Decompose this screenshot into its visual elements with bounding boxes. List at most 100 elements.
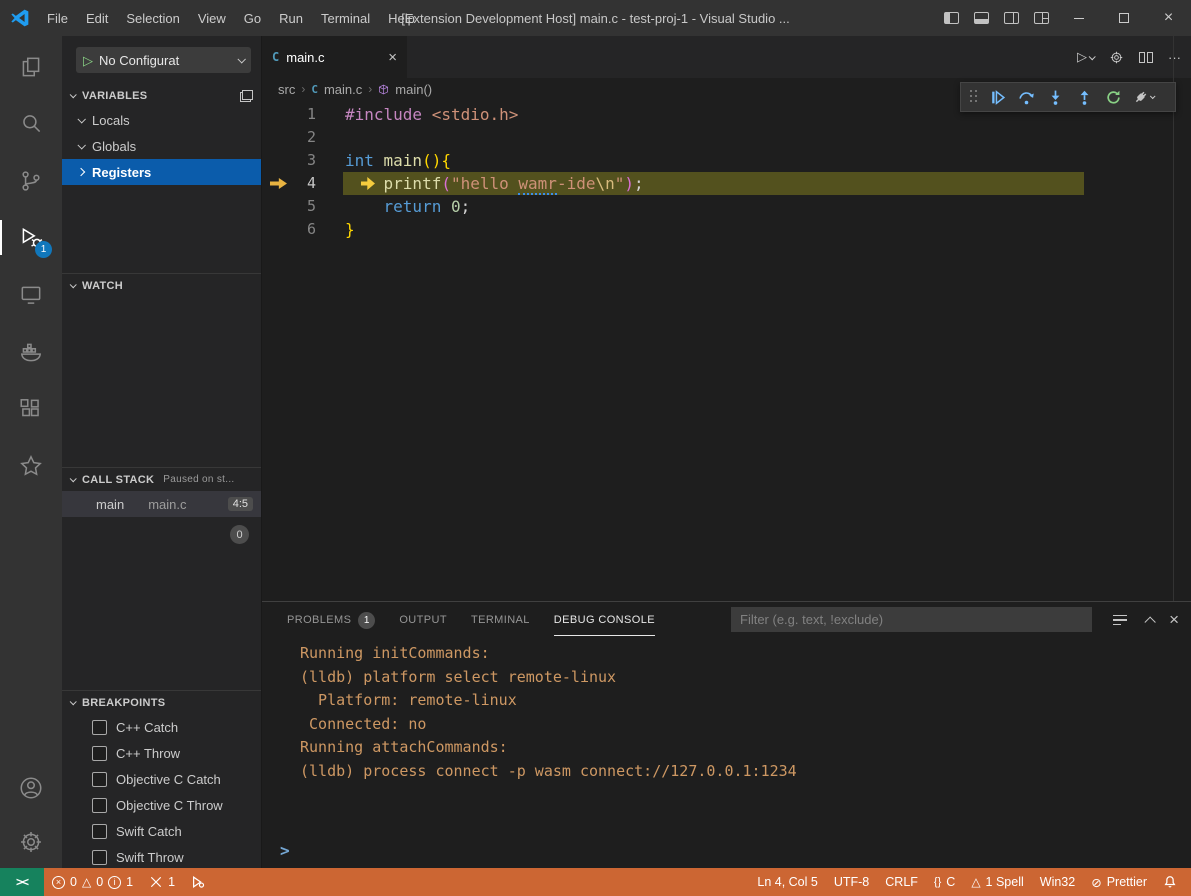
menu-file[interactable]: File bbox=[38, 0, 77, 36]
spell-checker-status[interactable]: △ 1 Spell bbox=[963, 868, 1031, 896]
close-panel-icon[interactable]: × bbox=[1169, 610, 1179, 630]
tab-output[interactable]: OUTPUT bbox=[399, 602, 447, 638]
menu-edit[interactable]: Edit bbox=[77, 0, 117, 36]
checkbox[interactable] bbox=[92, 772, 107, 787]
call-stack-header[interactable]: CALL STACK Paused on st... bbox=[62, 468, 261, 491]
more-actions-icon[interactable]: ··· bbox=[1168, 50, 1181, 65]
launch-config-dropdown[interactable]: ▷ No Configurat bbox=[76, 47, 251, 73]
code-line-6[interactable]: 6 } bbox=[262, 218, 1191, 241]
checkbox[interactable] bbox=[92, 798, 107, 813]
menu-view[interactable]: View bbox=[189, 0, 235, 36]
extensions-icon bbox=[18, 396, 44, 422]
line-number[interactable]: 1 bbox=[262, 103, 316, 126]
checkbox[interactable] bbox=[92, 850, 107, 865]
line-number[interactable]: 6 bbox=[262, 218, 316, 241]
toggle-panel-icon[interactable] bbox=[966, 0, 996, 36]
editor-gear-icon[interactable] bbox=[1109, 50, 1124, 65]
variables-scope-registers[interactable]: Registers bbox=[62, 159, 261, 185]
breakpoint-swift-throw[interactable]: Swift Throw bbox=[62, 844, 261, 868]
watch-header[interactable]: WATCH bbox=[62, 274, 261, 297]
tab-problems[interactable]: PROBLEMS 1 bbox=[287, 602, 375, 638]
activity-remote-explorer[interactable] bbox=[0, 266, 62, 323]
code-area[interactable]: 1 #include <stdio.h> 2 3 int main(){ 4 p… bbox=[262, 100, 1191, 241]
breakpoint-swift-catch[interactable]: Swift Catch bbox=[62, 818, 261, 844]
formatter-status[interactable]: ⊘ Prettier bbox=[1083, 868, 1155, 896]
language-label: C bbox=[946, 875, 955, 889]
watch-header-label: WATCH bbox=[82, 280, 123, 292]
checkbox[interactable] bbox=[92, 746, 107, 761]
breakpoint-objc-catch[interactable]: Objective C Catch bbox=[62, 766, 261, 792]
notifications-status[interactable] bbox=[1155, 868, 1185, 896]
activity-extensions[interactable] bbox=[0, 380, 62, 437]
breakpoint-cpp-catch[interactable]: C++ Catch bbox=[62, 714, 261, 740]
variables-scope-globals[interactable]: Globals bbox=[62, 133, 261, 159]
activity-run-debug[interactable]: 1 bbox=[0, 209, 62, 266]
breakpoint-objc-throw[interactable]: Objective C Throw bbox=[62, 792, 261, 818]
step-over-button[interactable] bbox=[1013, 84, 1040, 110]
activity-settings[interactable] bbox=[0, 816, 62, 868]
activity-source-control[interactable] bbox=[0, 152, 62, 209]
remote-indicator[interactable]: >< bbox=[0, 868, 44, 896]
toggle-sidebar-icon[interactable] bbox=[936, 0, 966, 36]
maximize-button[interactable] bbox=[1101, 0, 1146, 36]
menu-run[interactable]: Run bbox=[270, 0, 312, 36]
variables-header[interactable]: VARIABLES bbox=[62, 84, 261, 107]
menu-selection[interactable]: Selection bbox=[117, 0, 188, 36]
activity-favorites[interactable] bbox=[0, 437, 62, 494]
step-into-button[interactable] bbox=[1042, 84, 1069, 110]
close-button[interactable]: × bbox=[1146, 0, 1191, 36]
breakpoints-header[interactable]: BREAKPOINTS bbox=[62, 691, 261, 714]
toggle-secondary-sidebar-icon[interactable] bbox=[996, 0, 1026, 36]
step-out-button[interactable] bbox=[1071, 84, 1098, 110]
problems-status[interactable]: × 0 △ 0 i 1 bbox=[44, 868, 141, 896]
disconnect-button[interactable] bbox=[1129, 84, 1156, 110]
code-line-3[interactable]: 3 int main(){ bbox=[262, 149, 1191, 172]
split-editor-icon[interactable] bbox=[1139, 52, 1153, 63]
tab-terminal[interactable]: TERMINAL bbox=[471, 602, 530, 638]
checkbox[interactable] bbox=[92, 720, 107, 735]
language-mode[interactable]: {} C bbox=[926, 868, 963, 896]
start-debug-icon[interactable]: ▷ bbox=[83, 54, 93, 67]
activity-search[interactable] bbox=[0, 95, 62, 152]
activity-docker[interactable] bbox=[0, 323, 62, 380]
code-line-4-current[interactable]: 4 printf("hello wamr-ide\n"); bbox=[262, 172, 1191, 195]
tab-debug-console[interactable]: DEBUG CONSOLE bbox=[554, 602, 655, 638]
platform-indicator[interactable]: Win32 bbox=[1032, 868, 1083, 896]
console-input-prompt[interactable]: > bbox=[280, 841, 290, 860]
cursor-position[interactable]: Ln 4, Col 5 bbox=[749, 868, 825, 896]
activity-account[interactable] bbox=[0, 759, 62, 816]
close-tab-icon[interactable]: × bbox=[388, 49, 397, 66]
continue-button[interactable] bbox=[984, 84, 1011, 110]
eol-indicator[interactable]: CRLF bbox=[877, 868, 926, 896]
filter-lines-icon[interactable] bbox=[1113, 615, 1127, 626]
line-number[interactable]: 5 bbox=[262, 195, 316, 218]
console-filter-input[interactable] bbox=[731, 607, 1092, 632]
tools-status[interactable]: 1 bbox=[141, 868, 183, 896]
restart-button[interactable] bbox=[1100, 84, 1127, 110]
maximize-panel-icon[interactable] bbox=[1145, 616, 1156, 627]
breadcrumb-symbol[interactable]: main() bbox=[395, 82, 432, 97]
customize-layout-icon[interactable] bbox=[1026, 0, 1056, 36]
breakpoint-cpp-throw[interactable]: C++ Throw bbox=[62, 740, 261, 766]
scrollbar-track[interactable] bbox=[1173, 36, 1174, 601]
code-line-5[interactable]: 5 return 0; bbox=[262, 195, 1191, 218]
menu-terminal[interactable]: Terminal bbox=[312, 0, 379, 36]
stack-frame-row[interactable]: main main.c 4:5 bbox=[62, 491, 261, 517]
tab-main-c[interactable]: C main.c × bbox=[262, 36, 408, 78]
code-line-2[interactable]: 2 bbox=[262, 126, 1191, 149]
variables-scope-locals[interactable]: Locals bbox=[62, 107, 261, 133]
checkbox[interactable] bbox=[92, 824, 107, 839]
collapse-all-icon[interactable] bbox=[240, 90, 253, 102]
activity-explorer[interactable] bbox=[0, 38, 62, 95]
minimize-button[interactable] bbox=[1056, 0, 1101, 36]
drag-gripper-icon[interactable] bbox=[970, 90, 978, 104]
line-number[interactable]: 3 bbox=[262, 149, 316, 172]
encoding-indicator[interactable]: UTF-8 bbox=[826, 868, 877, 896]
breadcrumb-file[interactable]: main.c bbox=[324, 82, 362, 97]
star-icon bbox=[18, 453, 44, 479]
menu-go[interactable]: Go bbox=[235, 0, 270, 36]
debug-status[interactable] bbox=[183, 868, 213, 896]
line-number[interactable]: 2 bbox=[262, 126, 316, 149]
run-file-button[interactable]: ▷ bbox=[1077, 49, 1094, 65]
breadcrumb-folder[interactable]: src bbox=[278, 82, 295, 97]
